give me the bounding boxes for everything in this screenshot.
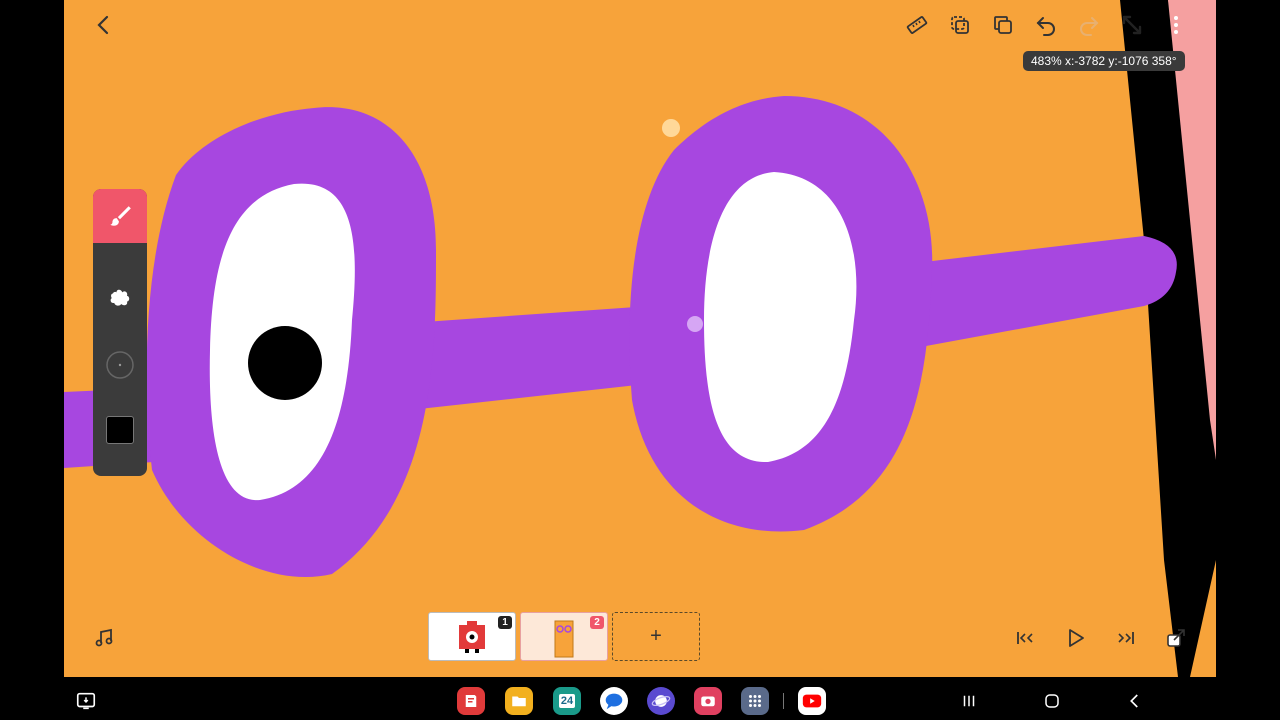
skip-to-start-button[interactable] [1009, 622, 1041, 654]
internet-app[interactable] [647, 687, 675, 715]
frame-thumbnail-1[interactable]: 1 [428, 612, 516, 661]
redo-icon [1080, 17, 1099, 36]
home-icon [1045, 694, 1059, 708]
screenshot-icon [76, 692, 96, 710]
ruler-button[interactable] [901, 9, 933, 41]
music-button[interactable] [88, 622, 120, 654]
skip-to-start-icon [1017, 632, 1033, 644]
folder-icon [512, 696, 526, 707]
color-swatch[interactable] [93, 403, 147, 457]
youtube-icon [802, 694, 822, 708]
fullscreen-icon [1122, 15, 1142, 35]
play-button[interactable] [1059, 622, 1091, 654]
frame-number-badge: 2 [590, 616, 604, 629]
dock-divider [783, 693, 784, 709]
brush-size-icon [106, 351, 134, 379]
brush-tool[interactable] [93, 189, 147, 243]
files-app[interactable] [505, 687, 533, 715]
chevron-left-icon [97, 15, 109, 35]
system-taskbar: 24 [0, 677, 1280, 720]
back-button[interactable] [88, 9, 120, 41]
copy-button[interactable] [987, 9, 1019, 41]
skip-to-end-icon [1118, 632, 1134, 644]
eraser-icon [110, 289, 130, 306]
undo-icon [1036, 17, 1055, 36]
drawing-app: 483% x:-3782 y:-1076 358° 1 2 + [64, 0, 1216, 677]
more-options-icon [1174, 16, 1178, 34]
app-drawer[interactable] [741, 687, 769, 715]
music-icon [95, 628, 113, 647]
copy-icon [994, 16, 1012, 34]
redo-button[interactable] [1073, 9, 1105, 41]
camera-icon [701, 696, 715, 707]
control-point[interactable] [687, 316, 703, 332]
home-button[interactable] [1038, 687, 1066, 715]
note-icon [465, 695, 477, 707]
screen-recorder-app[interactable] [694, 687, 722, 715]
tool-panel [93, 189, 147, 476]
zoom-position-readout: 483% x:-3782 y:-1076 358° [1023, 51, 1185, 71]
paintbrush-icon [110, 206, 131, 226]
back-nav-button[interactable] [1121, 687, 1149, 715]
frame-number-badge: 1 [498, 616, 512, 629]
export-button[interactable] [1160, 622, 1192, 654]
calendar-day-label: 24 [558, 694, 576, 708]
eraser-tool[interactable] [93, 270, 147, 324]
left-pupil [248, 326, 322, 400]
frame-thumbnail-2[interactable]: 2 [520, 612, 608, 661]
planet-icon [651, 695, 671, 707]
undo-button[interactable] [1030, 9, 1062, 41]
brush-size[interactable] [93, 338, 147, 392]
more-options-button[interactable] [1160, 9, 1192, 41]
grid-icon [749, 695, 761, 707]
screen-capture-button[interactable] [72, 687, 100, 715]
messages-app[interactable] [600, 687, 628, 715]
calendar-app[interactable]: 24 [553, 687, 581, 715]
drawing-canvas[interactable] [64, 0, 1216, 677]
play-icon [1069, 629, 1084, 647]
youtube-app[interactable] [798, 687, 826, 715]
current-color-swatch [106, 416, 134, 444]
ruler-icon [906, 16, 928, 34]
add-frame-button[interactable]: + [612, 612, 700, 661]
chat-bubble-icon [605, 693, 623, 710]
duplicate-layer-button[interactable] [944, 9, 976, 41]
skip-to-end-button[interactable] [1110, 622, 1142, 654]
duplicate-layer-icon [951, 16, 969, 34]
control-point[interactable] [662, 119, 680, 137]
edit-app[interactable] [457, 687, 485, 715]
back-icon [1130, 694, 1138, 708]
export-icon [1167, 629, 1185, 647]
recents-icon [963, 695, 975, 707]
recents-button[interactable] [955, 687, 983, 715]
fullscreen-button[interactable] [1116, 9, 1148, 41]
